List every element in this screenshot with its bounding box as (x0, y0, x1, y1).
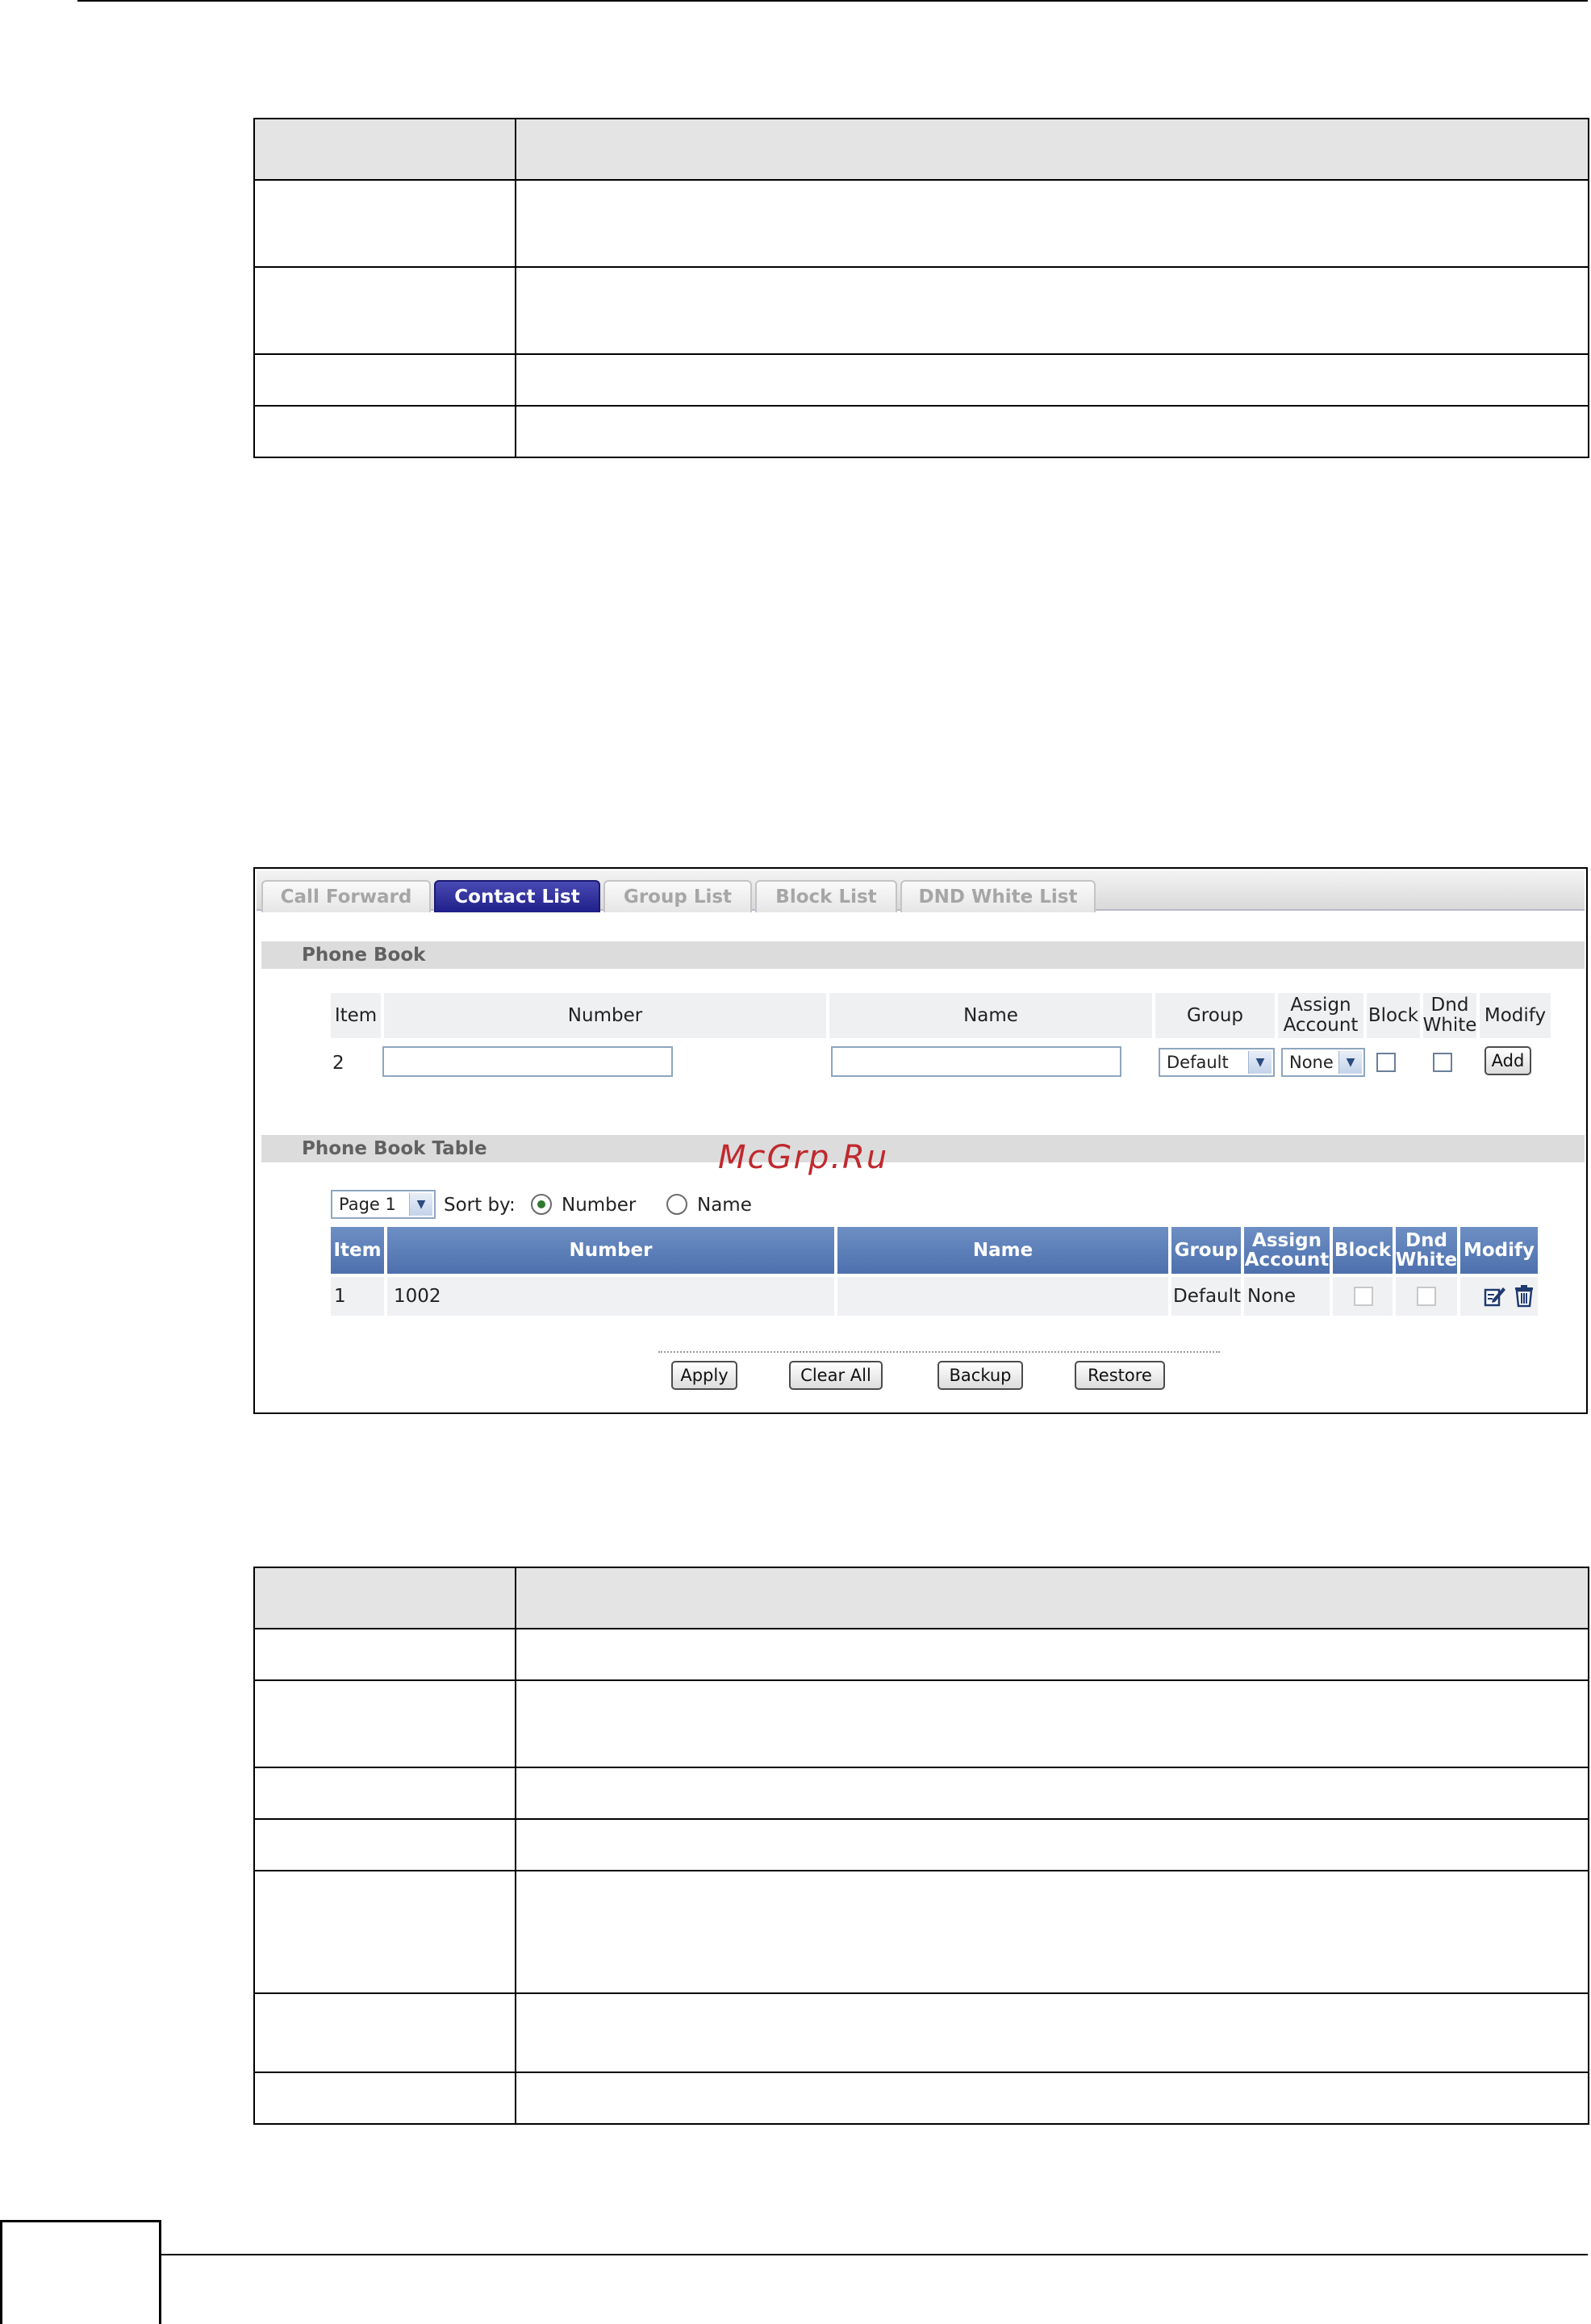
clear-all-button[interactable]: Clear All (789, 1361, 883, 1390)
tab-block-list[interactable]: Block List (755, 880, 897, 912)
pb-header-block: Block (1367, 993, 1420, 1038)
tab-call-forward[interactable]: Call Forward (261, 880, 431, 912)
trash-icon[interactable] (1512, 1283, 1536, 1308)
dotted-separator (658, 1351, 1220, 1353)
sort-number-label: Number (562, 1195, 637, 1216)
pbt-header-group: Group (1171, 1227, 1241, 1274)
page-selected: Page 1 (339, 1195, 396, 1214)
pbt-header-dnd-white: Dnd White (1396, 1227, 1457, 1274)
pbt-header-assign-account: Assign Account (1244, 1227, 1330, 1274)
chevron-down-icon: ▼ (409, 1193, 432, 1216)
pb-header-group: Group (1155, 993, 1275, 1038)
phone-book-section-header: Phone Book (261, 941, 1585, 969)
contact-list-screenshot: Call Forward Contact List Group List Blo… (253, 867, 1588, 1414)
pbt-header-modify: Modify (1460, 1227, 1538, 1274)
page-number-box (0, 2220, 161, 2324)
pbt-cell-account: None (1244, 1277, 1330, 1316)
pb-group-selected: Default (1167, 1053, 1229, 1072)
chevron-down-icon: ▼ (1248, 1051, 1272, 1074)
pbt-header-number: Number (387, 1227, 834, 1274)
pb-dnd-white-checkbox[interactable] (1433, 1053, 1452, 1072)
pb-header-dnd-white: Dnd White (1423, 993, 1476, 1038)
sort-name-radio[interactable] (666, 1194, 687, 1215)
pb-name-input[interactable] (831, 1046, 1121, 1077)
add-button[interactable]: Add (1485, 1046, 1531, 1075)
restore-button[interactable]: Restore (1075, 1361, 1165, 1390)
pbt-header-block: Block (1333, 1227, 1393, 1274)
pb-header-assign-account: Assign Account (1278, 993, 1363, 1038)
tab-contact-list[interactable]: Contact List (434, 880, 600, 912)
pbt-dnd-white-checkbox (1417, 1287, 1436, 1306)
pb-block-checkbox[interactable] (1376, 1053, 1396, 1072)
pbt-cell-number: 1002 (387, 1277, 834, 1316)
phone-book-table-section-header: Phone Book Table (261, 1135, 1585, 1162)
pb-row-item: 2 (332, 1053, 345, 1074)
apply-button[interactable]: Apply (671, 1361, 737, 1390)
tab-bar: Call Forward Contact List Group List Blo… (257, 870, 1585, 912)
pb-account-selected: None (1289, 1053, 1334, 1072)
tab-dnd-white-list[interactable]: DND White List (900, 880, 1096, 912)
header-rule (77, 0, 1588, 2)
sort-by-label: Sort by: (444, 1195, 516, 1216)
sort-name-label: Name (697, 1195, 752, 1216)
pb-header-name: Name (829, 993, 1152, 1038)
pbt-cell-name (837, 1277, 1168, 1316)
watermark: McGrp.Ru (718, 1139, 889, 1176)
tab-group-list[interactable]: Group List (603, 880, 752, 912)
pb-header-modify: Modify (1480, 993, 1551, 1038)
pb-group-select[interactable]: Default ▼ (1159, 1048, 1275, 1077)
pb-header-number: Number (384, 993, 826, 1038)
footer-rule (161, 2254, 1588, 2255)
pb-number-input[interactable] (382, 1046, 673, 1077)
pbt-header-name: Name (837, 1227, 1168, 1274)
pbt-cell-item: 1 (331, 1277, 384, 1316)
field-description-table-top (253, 118, 1589, 458)
pbt-cell-group: Default (1171, 1277, 1241, 1316)
page-select[interactable]: Page 1 ▼ (331, 1190, 436, 1219)
pbt-block-checkbox (1354, 1287, 1373, 1306)
field-description-table-bottom (253, 1567, 1589, 2125)
pb-header-item: Item (331, 993, 381, 1038)
edit-icon[interactable] (1483, 1283, 1507, 1308)
sort-number-radio[interactable] (531, 1194, 552, 1215)
pbt-header-item: Item (331, 1227, 384, 1274)
chevron-down-icon: ▼ (1338, 1051, 1362, 1074)
backup-button[interactable]: Backup (937, 1361, 1023, 1390)
pb-account-select[interactable]: None ▼ (1281, 1048, 1365, 1077)
